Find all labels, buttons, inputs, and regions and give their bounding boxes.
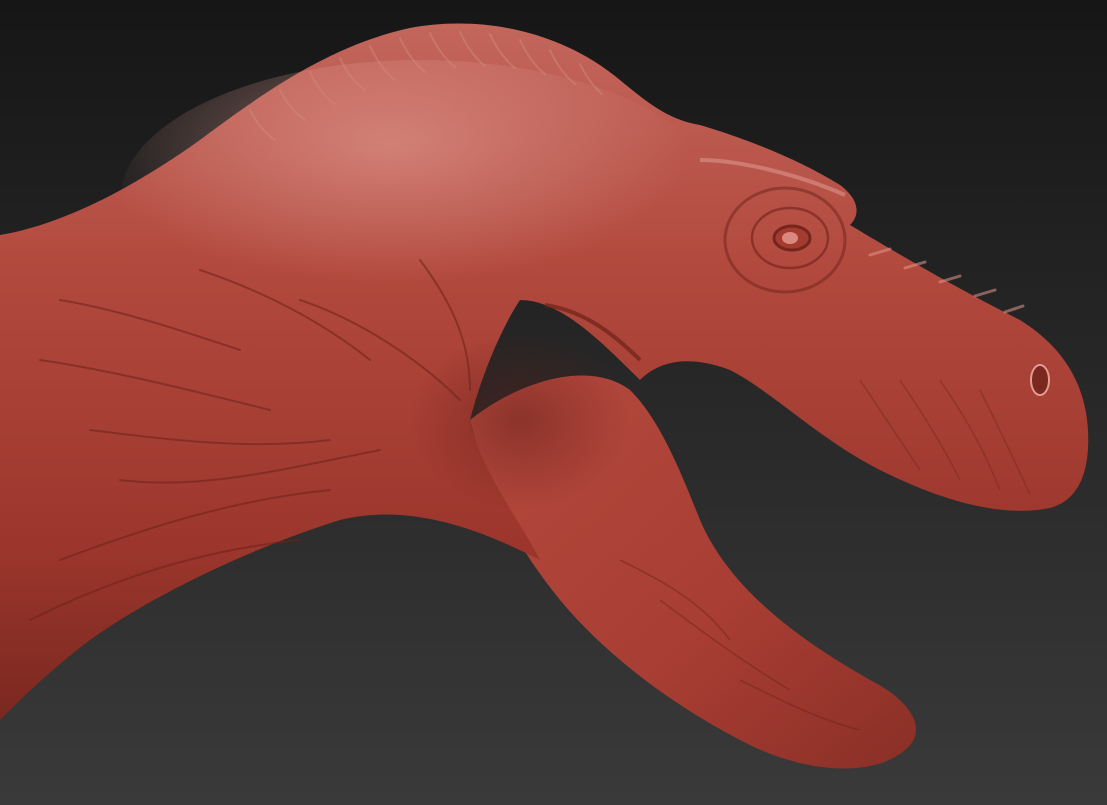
nostril [1030,364,1050,396]
sculpt-viewport[interactable] [0,0,1107,805]
neck-highlight [120,60,720,340]
dinosaur-sculpt [0,23,1089,769]
cheek-shadow [410,330,630,510]
eye [782,232,798,244]
